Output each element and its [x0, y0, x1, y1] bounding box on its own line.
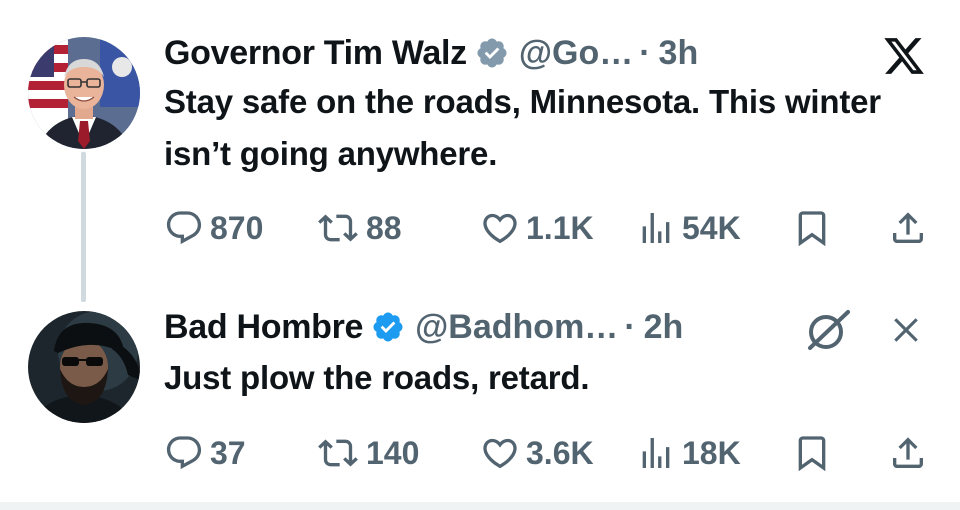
share-icon	[893, 212, 923, 243]
share-icon	[893, 437, 923, 468]
repost-count: 140	[366, 434, 420, 471]
author-avatar[interactable]	[28, 311, 140, 423]
like-button[interactable]: 3.6K	[480, 428, 594, 478]
bookmark-icon	[798, 211, 826, 247]
avatar-governor-icon	[28, 37, 140, 149]
heart-icon	[483, 438, 517, 469]
views-chart-icon	[642, 438, 670, 468]
repost-icon	[318, 214, 358, 242]
views-count: 18K	[682, 434, 741, 471]
like-count: 1.1K	[526, 209, 594, 246]
display-name[interactable]: Governor Tim Walz	[164, 34, 467, 73]
avatar-bad-hombre-icon	[28, 311, 140, 423]
tweet-header: Governor Tim Walz @Go… · 3h	[164, 30, 940, 76]
bookmark-button[interactable]	[792, 203, 832, 253]
share-button[interactable]	[888, 428, 928, 478]
verified-badge-gray-icon[interactable]	[475, 36, 509, 70]
close-icon[interactable]	[880, 304, 932, 356]
author-handle[interactable]: @Go…	[519, 34, 633, 73]
reply-button[interactable]: 870	[164, 203, 263, 253]
repost-button[interactable]: 140	[316, 428, 419, 478]
grok-icon[interactable]	[800, 304, 856, 356]
reply-icon	[166, 436, 202, 470]
x-logo-icon[interactable]	[878, 30, 930, 82]
repost-icon	[318, 439, 358, 467]
tweet-action-bar: 37 140 3.6K 18K	[164, 428, 930, 478]
reply-icon	[166, 211, 202, 245]
verified-badge-blue-icon[interactable]	[371, 310, 405, 344]
repost-button[interactable]: 88	[316, 203, 402, 253]
author-handle[interactable]: @Badhom…	[415, 308, 618, 347]
tweet-text: Stay safe on the roads, Minnesota. This …	[164, 83, 881, 172]
separator-dot: ·	[639, 33, 651, 72]
bookmark-icon	[798, 436, 826, 472]
reply-count: 37	[210, 434, 246, 471]
views-button[interactable]: 18K	[636, 428, 741, 478]
tweet-action-bar: 870 88 1.1K 54K	[164, 203, 930, 253]
share-button[interactable]	[888, 203, 928, 253]
views-count: 54K	[682, 209, 741, 246]
separator-dot: ·	[624, 307, 636, 346]
display-name[interactable]: Bad Hombre	[164, 308, 363, 347]
like-button[interactable]: 1.1K	[480, 203, 594, 253]
repost-count: 88	[366, 209, 402, 246]
reply-button[interactable]: 37	[164, 428, 246, 478]
tweet-time[interactable]: 2h	[644, 308, 684, 347]
tweet-text: Just plow the roads, retard.	[164, 359, 590, 396]
like-count: 3.6K	[526, 434, 594, 471]
bookmark-button[interactable]	[792, 428, 832, 478]
thread-connector-line	[81, 152, 86, 302]
views-button[interactable]: 54K	[636, 203, 741, 253]
author-avatar[interactable]	[28, 37, 140, 149]
views-chart-icon	[642, 213, 670, 243]
heart-icon	[483, 213, 517, 244]
bottom-divider	[0, 502, 960, 510]
reply-count: 870	[210, 209, 264, 246]
tweet-time[interactable]: 3h	[659, 34, 699, 73]
